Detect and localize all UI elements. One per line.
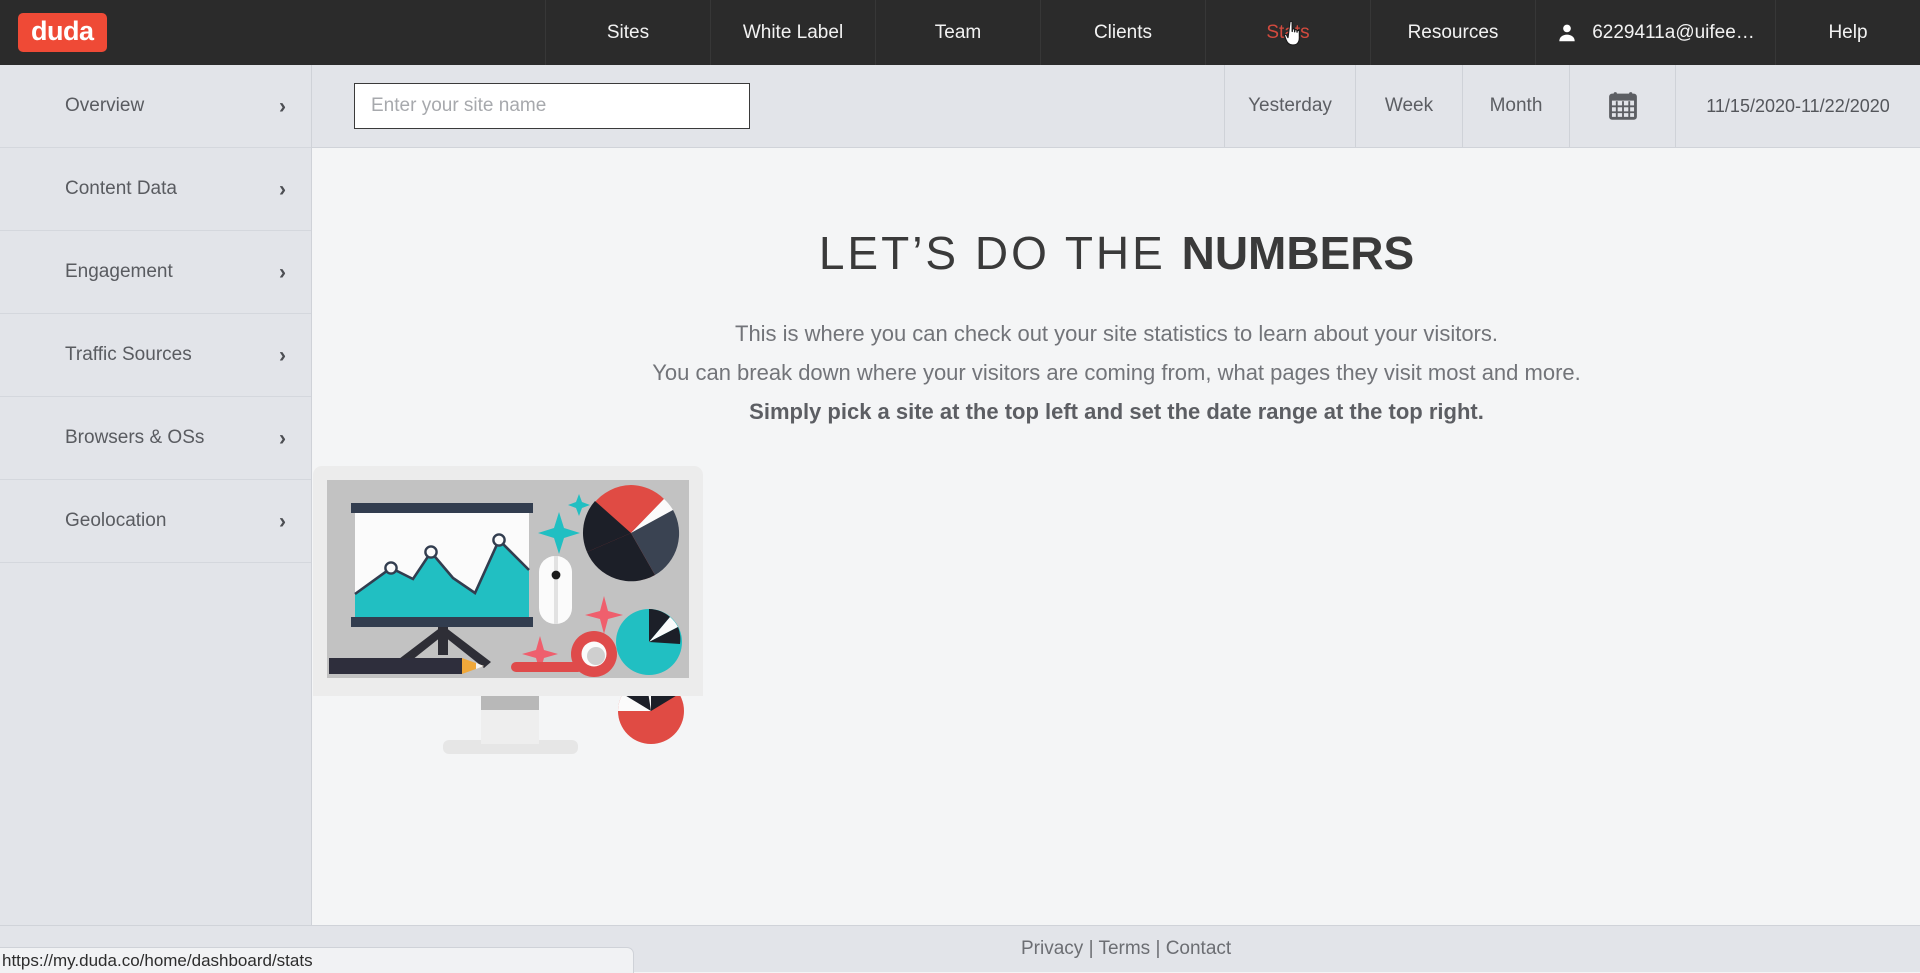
nav-item-resources[interactable]: Resources [1370,0,1535,65]
main-content-area: LET’S DO THE NUMBERS This is where you c… [313,148,1920,925]
page-title-bold: NUMBERS [1181,227,1415,279]
description-line-1: This is where you can check out your sit… [735,321,1498,346]
site-search-area [312,65,1224,147]
nav-item-white-label[interactable]: White Label [710,0,875,65]
description-line-3: Simply pick a site at the top left and s… [749,399,1484,424]
chevron-right-icon: › [279,94,286,118]
date-range-value[interactable]: 11/15/2020-11/22/2020 [1675,65,1920,147]
sidebar-item-label: Traffic Sources [65,344,192,365]
browser-status-bar: https://my.duda.co/home/dashboard/stats [0,947,634,973]
sidebar-navigation: Overview › Content Data › Engagement › T… [0,65,312,925]
sidebar-item-label: Browsers & OSs [65,427,205,448]
nav-item-stats[interactable]: Stats [1205,0,1370,65]
chevron-right-icon: › [279,426,286,450]
date-range-week-button[interactable]: Week [1355,65,1462,147]
status-bar-url: https://my.duda.co/home/dashboard/stats [2,950,313,970]
sidebar-item-content-data[interactable]: Content Data › [0,148,311,231]
page-title: LET’S DO THE NUMBERS [313,226,1920,280]
nav-item-help[interactable]: Help [1775,0,1920,65]
chevron-right-icon: › [279,509,286,533]
brand-logo[interactable]: duda [0,0,545,65]
site-name-input[interactable] [354,83,750,129]
calendar-icon [1608,92,1637,120]
stats-toolbar: Yesterday Week Month 11/15/2020-11/22/20… [312,65,1920,148]
chevron-right-icon: › [279,260,286,284]
sidebar-item-label: Content Data [65,178,177,199]
sidebar-item-label: Engagement [65,261,173,282]
chevron-right-icon: › [279,177,286,201]
sidebar-item-browsers-oss[interactable]: Browsers & OSs › [0,397,311,480]
calendar-picker-button[interactable] [1569,65,1675,147]
page-title-light: LET’S DO THE [818,227,1182,279]
sidebar-item-overview[interactable]: Overview › [0,65,311,148]
top-navigation-bar: duda Sites White Label Team Clients Stat… [0,0,1920,65]
nav-items: Sites White Label Team Clients Stats Res… [545,0,1920,65]
sidebar-item-label: Overview [65,95,145,116]
nav-item-clients[interactable]: Clients [1040,0,1205,65]
user-account-menu[interactable]: 6229411a@uifee… [1535,0,1775,65]
footer-links: Privacy | Terms | Contact [1021,938,1231,960]
footer-link-terms[interactable]: Terms [1098,938,1150,959]
footer-separator-1: | [1083,938,1099,959]
description-line-2: You can break down where your visitors a… [652,360,1581,385]
stats-monitor-illustration [313,466,703,754]
duda-logo-text: duda [18,13,107,52]
page-description: This is where you can check out your sit… [313,314,1920,431]
sidebar-item-traffic-sources[interactable]: Traffic Sources › [0,314,311,397]
footer-separator-2: | [1150,938,1166,959]
chevron-right-icon: › [279,343,286,367]
date-range-month-button[interactable]: Month [1462,65,1569,147]
sidebar-item-geolocation[interactable]: Geolocation › [0,480,311,563]
user-email-label: 6229411a@uifee… [1592,21,1755,43]
nav-item-sites[interactable]: Sites [545,0,710,65]
user-icon [1559,24,1575,41]
footer-link-contact[interactable]: Contact [1166,938,1231,959]
sidebar-item-engagement[interactable]: Engagement › [0,231,311,314]
nav-item-team[interactable]: Team [875,0,1040,65]
date-range-yesterday-button[interactable]: Yesterday [1224,65,1355,147]
footer-link-privacy[interactable]: Privacy [1021,938,1083,959]
sidebar-item-label: Geolocation [65,510,167,531]
